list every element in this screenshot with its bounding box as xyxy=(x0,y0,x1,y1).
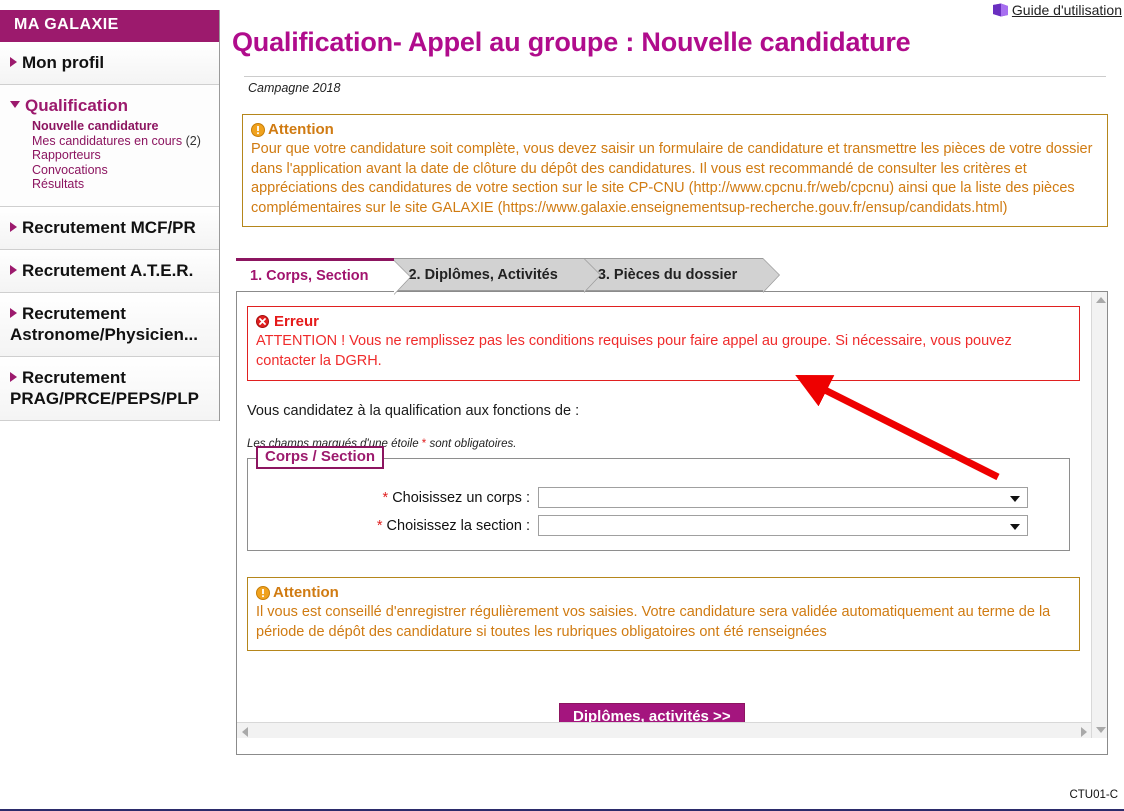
sidebar-subitem-count: (2) xyxy=(185,133,201,148)
triangle-right-icon xyxy=(10,57,17,67)
tab-chevron-icon xyxy=(763,259,780,292)
sidebar-item-recrutement-prag-prce-peps-plp[interactable]: Recrutement PRAG/PRCE/PEPS/PLP xyxy=(0,356,219,421)
sidebar-subitem-label: Mes candidatures en cours xyxy=(32,133,183,148)
form-lead-text: Vous candidatez à la qualification aux f… xyxy=(247,403,580,419)
corps-section-legend: Corps / Section xyxy=(256,446,385,469)
vertical-scrollbar[interactable] xyxy=(1091,292,1107,738)
required-star: * xyxy=(376,517,383,534)
horizontal-scrollbar[interactable] xyxy=(237,722,1092,738)
tab-label: 2. Diplômes, Activités xyxy=(408,266,558,283)
triangle-right-icon xyxy=(10,221,17,232)
attention-banner-bottom-body: Il vous est conseillé d'enregistrer régu… xyxy=(256,604,1051,640)
sidebar-item-label: Recrutement MCF/PR xyxy=(22,217,196,237)
attention-banner-top-body: Pour que votre candidature soit complète… xyxy=(251,141,1093,216)
triangle-right-icon xyxy=(10,264,17,275)
attention-banner-bottom-header: Attention xyxy=(256,584,1071,601)
guide-utilisation-label: Guide d'utilisation xyxy=(1011,2,1122,18)
tab-label: 1. Corps, Section xyxy=(250,268,369,284)
scroll-down-arrow-icon[interactable] xyxy=(1096,727,1106,733)
chevron-down-icon xyxy=(1010,524,1020,530)
section-select[interactable] xyxy=(538,515,1028,536)
sidebar-subitem-resultats[interactable]: Résultats xyxy=(32,177,211,192)
sidebar-item-recrutement-mcf-pr[interactable]: Recrutement MCF/PR xyxy=(0,206,219,250)
main-content: Guide d'utilisation Qualification- Appel… xyxy=(228,0,1124,811)
scroll-up-arrow-icon[interactable] xyxy=(1096,297,1106,303)
field-row-corps: * Choisissez un corps : xyxy=(248,487,1069,508)
required-star: * xyxy=(382,489,389,506)
sidebar-item-qualification[interactable]: Qualification Nouvelle candidature Mes c… xyxy=(0,85,219,207)
sidebar-header: MA GALAXIE xyxy=(0,10,219,42)
tab-chevron-icon xyxy=(583,259,600,292)
campagne-label: Campagne 2018 xyxy=(248,81,341,95)
scroll-left-arrow-icon[interactable] xyxy=(242,727,248,737)
attention-banner-top: Attention Pour que votre candidature soi… xyxy=(242,114,1108,227)
sidebar-item-recrutement-astronome-physicien[interactable]: Recrutement Astronome/Physicien... xyxy=(0,292,219,357)
corps-field-label-text: Choisissez un corps : xyxy=(392,489,530,506)
error-banner-body: ATTENTION ! Vous ne remplissez pas les c… xyxy=(256,333,1012,369)
chevron-down-icon xyxy=(1010,496,1020,502)
tab-label: 3. Pièces du dossier xyxy=(597,266,738,283)
section-field-label-text: Choisissez la section : xyxy=(386,517,530,534)
corps-field-label: * Choisissez un corps : xyxy=(248,490,538,506)
scrollbar-corner xyxy=(1091,738,1107,754)
sidebar-item-label: Recrutement A.T.E.R. xyxy=(22,260,194,280)
corps-section-fieldset: Corps / Section * Choisissez un corps : … xyxy=(247,446,1070,551)
attention-banner-bottom-title: Attention xyxy=(273,584,339,601)
field-row-section: * Choisissez la section : xyxy=(248,515,1069,536)
sidebar-subitem-nouvelle-candidature[interactable]: Nouvelle candidature xyxy=(32,119,211,134)
triangle-down-icon xyxy=(10,101,20,108)
section-field-label: * Choisissez la section : xyxy=(248,518,538,534)
sidebar-subitem-rapporteurs[interactable]: Rapporteurs xyxy=(32,148,211,163)
required-note-after: sont obligatoires. xyxy=(426,438,517,450)
warning-icon xyxy=(256,585,270,600)
tab-diplomes-activites[interactable]: 2. Diplômes, Activités xyxy=(394,258,601,293)
sidebar-item-label: Recrutement PRAG/PRCE/PEPS/PLP xyxy=(10,367,199,408)
sidebar-item-mon-profil[interactable]: Mon profil xyxy=(0,42,219,85)
triangle-right-icon xyxy=(10,307,17,318)
sidebar-subnav: Nouvelle candidature Mes candidatures en… xyxy=(32,119,211,192)
tab-corps-section[interactable]: 1. Corps, Section xyxy=(236,258,412,295)
triangle-right-icon xyxy=(10,371,17,382)
error-banner: Erreur ATTENTION ! Vous ne remplissez pa… xyxy=(247,306,1080,381)
error-icon xyxy=(256,315,269,328)
attention-banner-top-header: Attention xyxy=(251,121,1099,138)
wizard-tabs: 1. Corps, Section 2. Diplômes, Activités… xyxy=(236,258,781,295)
sidebar-item-label: Qualification xyxy=(25,96,128,115)
sidebar-item-label: Mon profil xyxy=(22,53,105,72)
guide-utilisation-link[interactable]: Guide d'utilisation xyxy=(992,2,1122,18)
attention-banner-bottom: Attention Il vous est conseillé d'enregi… xyxy=(247,577,1080,651)
tab-chevron-icon xyxy=(394,261,411,294)
attention-banner-top-title: Attention xyxy=(268,121,334,138)
tab-pieces-du-dossier[interactable]: 3. Pièces du dossier xyxy=(583,258,781,293)
warning-icon xyxy=(251,122,265,137)
sidebar-item-label: Recrutement Astronome/Physicien... xyxy=(10,303,198,344)
sidebar-subitem-mes-candidatures-en-cours[interactable]: Mes candidatures en cours (2) xyxy=(32,134,211,149)
error-banner-header: Erreur xyxy=(256,313,1071,330)
page-title: Qualification- Appel au groupe : Nouvell… xyxy=(232,27,911,57)
application-page: MA GALAXIE Mon profil Qualification Nouv… xyxy=(0,0,1124,811)
screen-code-label: CTU01-C xyxy=(1069,789,1118,801)
error-banner-title: Erreur xyxy=(274,313,320,330)
form-panel: Erreur ATTENTION ! Vous ne remplissez pa… xyxy=(236,291,1108,755)
sidebar: MA GALAXIE Mon profil Qualification Nouv… xyxy=(0,10,220,421)
form-panel-content: Erreur ATTENTION ! Vous ne remplissez pa… xyxy=(237,292,1092,738)
book-icon xyxy=(992,3,1008,17)
title-divider xyxy=(244,76,1106,77)
corps-select[interactable] xyxy=(538,487,1028,508)
sidebar-subitem-convocations[interactable]: Convocations xyxy=(32,163,211,178)
scroll-right-arrow-icon[interactable] xyxy=(1081,727,1087,737)
sidebar-item-recrutement-ater[interactable]: Recrutement A.T.E.R. xyxy=(0,249,219,293)
